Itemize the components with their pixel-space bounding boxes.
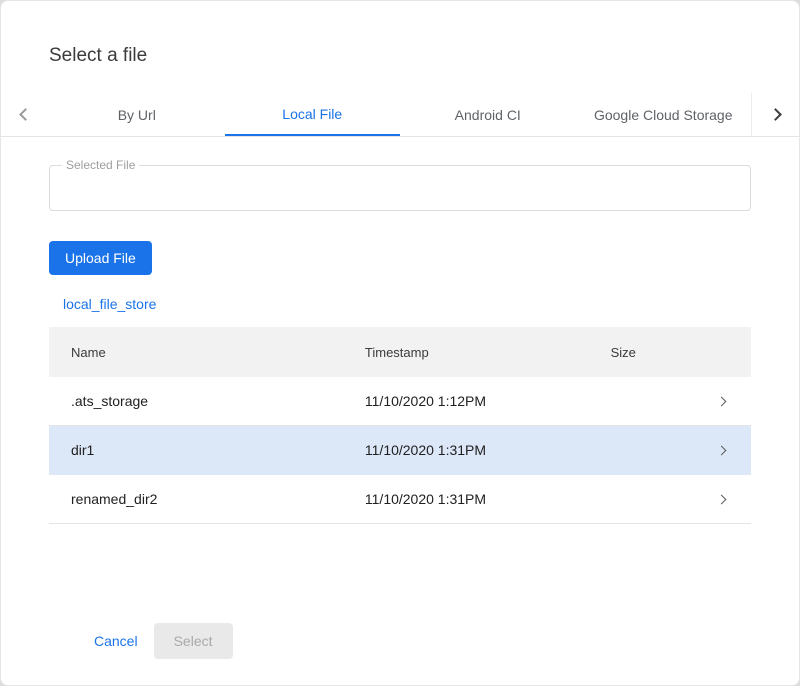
select-button[interactable]: Select	[154, 623, 233, 659]
cell-timestamp: 11/10/2020 1:12PM	[365, 393, 611, 409]
chevron-left-icon	[19, 108, 32, 121]
cell-name: renamed_dir2	[49, 491, 365, 507]
upload-file-button[interactable]: Upload File	[49, 241, 152, 275]
tab-by-url[interactable]: By Url	[49, 93, 225, 136]
local-file-store-link[interactable]: local_file_store	[63, 296, 156, 312]
header-timestamp: Timestamp	[365, 345, 611, 360]
cancel-button[interactable]: Cancel	[94, 625, 138, 657]
tab-list: By Url Local File Android CI Google Clou…	[49, 93, 751, 136]
chevron-right-icon	[769, 108, 782, 121]
chevron-right-icon[interactable]	[717, 494, 727, 504]
table-row[interactable]: dir1 11/10/2020 1:31PM	[49, 426, 751, 475]
tab-bar: By Url Local File Android CI Google Clou…	[1, 93, 799, 137]
tab-scroll-right-button[interactable]	[751, 93, 799, 136]
chevron-right-icon[interactable]	[717, 445, 727, 455]
cell-name: dir1	[49, 442, 365, 458]
cell-name: .ats_storage	[49, 393, 365, 409]
chevron-right-icon[interactable]	[717, 396, 727, 406]
cell-timestamp: 11/10/2020 1:31PM	[365, 491, 611, 507]
cell-timestamp: 11/10/2020 1:31PM	[365, 442, 611, 458]
tab-android-ci[interactable]: Android CI	[400, 93, 576, 136]
header-size: Size	[611, 345, 688, 360]
selected-file-label: Selected File	[62, 158, 139, 172]
dialog-title: Select a file	[1, 1, 799, 93]
tab-local-file[interactable]: Local File	[225, 93, 401, 136]
select-file-dialog: Select a file By Url Local File Android …	[0, 0, 800, 686]
dialog-footer: Cancel Select	[49, 623, 751, 685]
table-row[interactable]: .ats_storage 11/10/2020 1:12PM	[49, 377, 751, 426]
tab-scroll-left-button[interactable]	[1, 93, 49, 136]
tab-google-cloud-storage[interactable]: Google Cloud Storage	[576, 93, 752, 136]
table-header-row: Name Timestamp Size	[49, 327, 751, 377]
selected-file-field: Selected File	[49, 165, 751, 211]
header-name: Name	[49, 345, 365, 360]
file-table: Name Timestamp Size .ats_storage 11/10/2…	[49, 327, 751, 524]
selected-file-input[interactable]	[50, 166, 750, 210]
dialog-content: Selected File Upload File local_file_sto…	[1, 137, 799, 685]
table-row[interactable]: renamed_dir2 11/10/2020 1:31PM	[49, 475, 751, 524]
